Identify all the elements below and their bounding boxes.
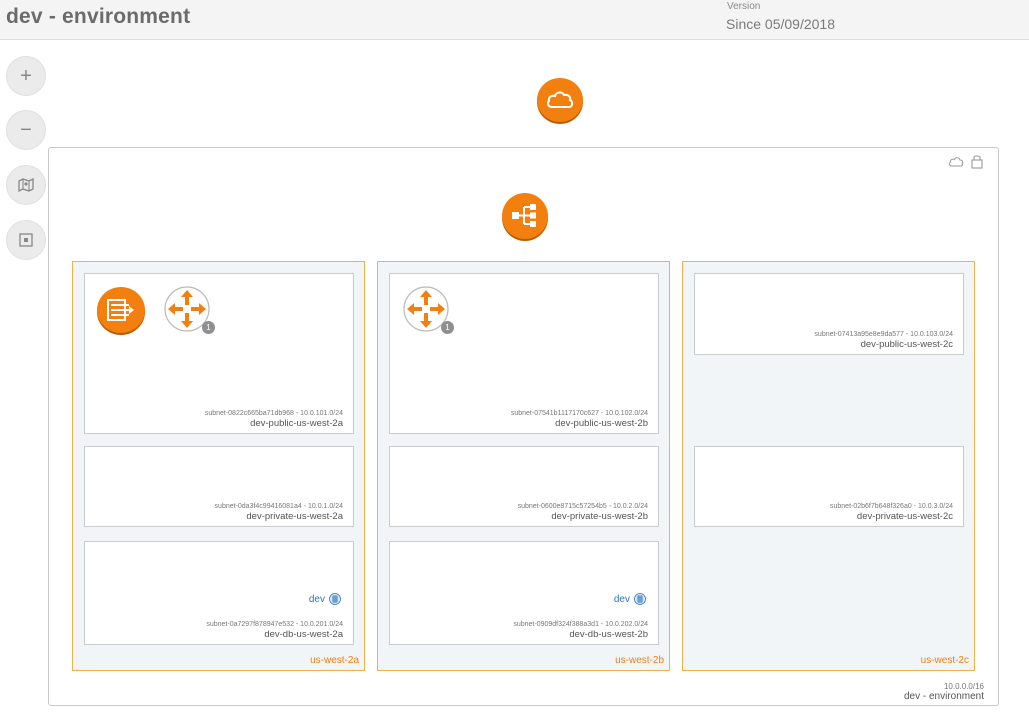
zoom-in-button[interactable]: +	[6, 56, 46, 96]
subnet-name: dev-db-us-west-2b	[569, 629, 648, 640]
subnet-db-us-west-2a[interactable]: dev subnet-0a7297f878947e532 - 10.0.201.…	[84, 541, 354, 645]
availability-zone-us-west-2b[interactable]: 1 subnet-07541b1117170c627 - 10.0.102.0/…	[377, 261, 670, 671]
availability-zone-label: us-west-2c	[920, 655, 969, 666]
router[interactable]: 1	[163, 285, 215, 334]
database-instance[interactable]: dev	[309, 593, 341, 605]
subnet-id: subnet-0909df324f388a3d1 - 10.0.202.0/24	[513, 621, 648, 628]
router-count-badge: 1	[202, 321, 215, 334]
subnet-name: dev-private-us-west-2a	[246, 511, 343, 522]
internet-gateway[interactable]	[537, 78, 583, 122]
subnet-private-us-west-2c[interactable]: subnet-02b6f7b648f326a0 - 10.0.3.0/24 de…	[694, 446, 964, 527]
cloud-outline-icon	[949, 157, 964, 167]
database-label: dev	[613, 593, 630, 605]
fit-screen-icon	[19, 233, 33, 247]
subnet-public-us-west-2a[interactable]: 1 subnet-0822c665ba71db968 - 10.0.101.0/…	[84, 273, 354, 434]
database-label: dev	[308, 593, 325, 605]
router-count-badge: 1	[441, 321, 454, 334]
availability-zone-us-west-2a[interactable]: 1 subnet-0822c665ba71db968 - 10.0.101.0/…	[72, 261, 365, 671]
header-bar: dev - environment Version Since 05/09/20…	[0, 0, 1029, 40]
nat-gateway[interactable]	[97, 287, 145, 333]
map-view-button[interactable]	[6, 165, 46, 205]
subnet-name: dev-public-us-west-2a	[250, 418, 343, 429]
vpc-name: dev - environment	[903, 691, 984, 702]
lock-icon	[971, 155, 983, 169]
subnet-name: dev-private-us-west-2b	[551, 511, 648, 522]
fit-view-button[interactable]	[6, 220, 46, 260]
database-icon	[329, 593, 341, 605]
subnet-id: subnet-0a7297f878947e532 - 10.0.201.0/24	[206, 621, 343, 628]
version-label: Version	[727, 1, 761, 12]
subnet-id: subnet-0600e8715c57254b5 - 10.0.2.0/24	[517, 503, 648, 510]
database-icon	[634, 593, 646, 605]
subnet-db-us-west-2b[interactable]: dev subnet-0909df324f388a3d1 - 10.0.202.…	[389, 541, 659, 645]
load-balancer-icon	[512, 204, 536, 227]
subnet-public-us-west-2c[interactable]: subnet-07413a95e8e9da577 - 10.0.103.0/24…	[694, 273, 964, 355]
subnet-id: subnet-07541b1117170c627 - 10.0.102.0/24	[510, 410, 648, 417]
subnet-id: subnet-0da3f4c99416081a4 - 10.0.1.0/24	[214, 503, 343, 510]
availability-zone-label: us-west-2b	[615, 655, 664, 666]
zoom-out-button[interactable]: −	[6, 110, 46, 150]
subnet-name: dev-db-us-west-2a	[264, 629, 343, 640]
subnet-public-us-west-2b[interactable]: 1 subnet-07541b1117170c627 - 10.0.102.0/…	[389, 273, 659, 434]
page-title: dev - environment	[6, 5, 191, 28]
subnet-id: subnet-07413a95e8e9da577 - 10.0.103.0/24	[814, 331, 953, 338]
subnet-id: subnet-02b6f7b648f326a0 - 10.0.3.0/24	[830, 503, 953, 510]
router[interactable]: 1	[402, 285, 454, 334]
subnet-name: dev-public-us-west-2c	[860, 339, 953, 350]
database-instance[interactable]: dev	[614, 593, 646, 605]
subnet-id: subnet-0822c665ba71db968 - 10.0.101.0/24	[204, 410, 343, 417]
availability-zone-us-west-2c[interactable]: subnet-07413a95e8e9da577 - 10.0.103.0/24…	[682, 261, 975, 671]
map-icon	[18, 177, 34, 193]
cloud-icon	[547, 91, 574, 108]
subnet-name: dev-public-us-west-2b	[555, 418, 648, 429]
plus-icon: +	[20, 65, 32, 87]
availability-zone-label: us-west-2a	[310, 655, 359, 666]
subnet-name: dev-private-us-west-2c	[856, 511, 953, 522]
version-selector[interactable]: Since 05/09/2018	[726, 16, 835, 32]
minus-icon: −	[20, 119, 32, 141]
load-balancer[interactable]	[502, 193, 548, 239]
vpc-cidr: 10.0.0.0/16	[943, 682, 984, 691]
nat-gateway-icon	[107, 299, 134, 321]
subnet-private-us-west-2a[interactable]: subnet-0da3f4c99416081a4 - 10.0.1.0/24 d…	[84, 446, 354, 527]
subnet-private-us-west-2b[interactable]: subnet-0600e8715c57254b5 - 10.0.2.0/24 d…	[389, 446, 659, 527]
